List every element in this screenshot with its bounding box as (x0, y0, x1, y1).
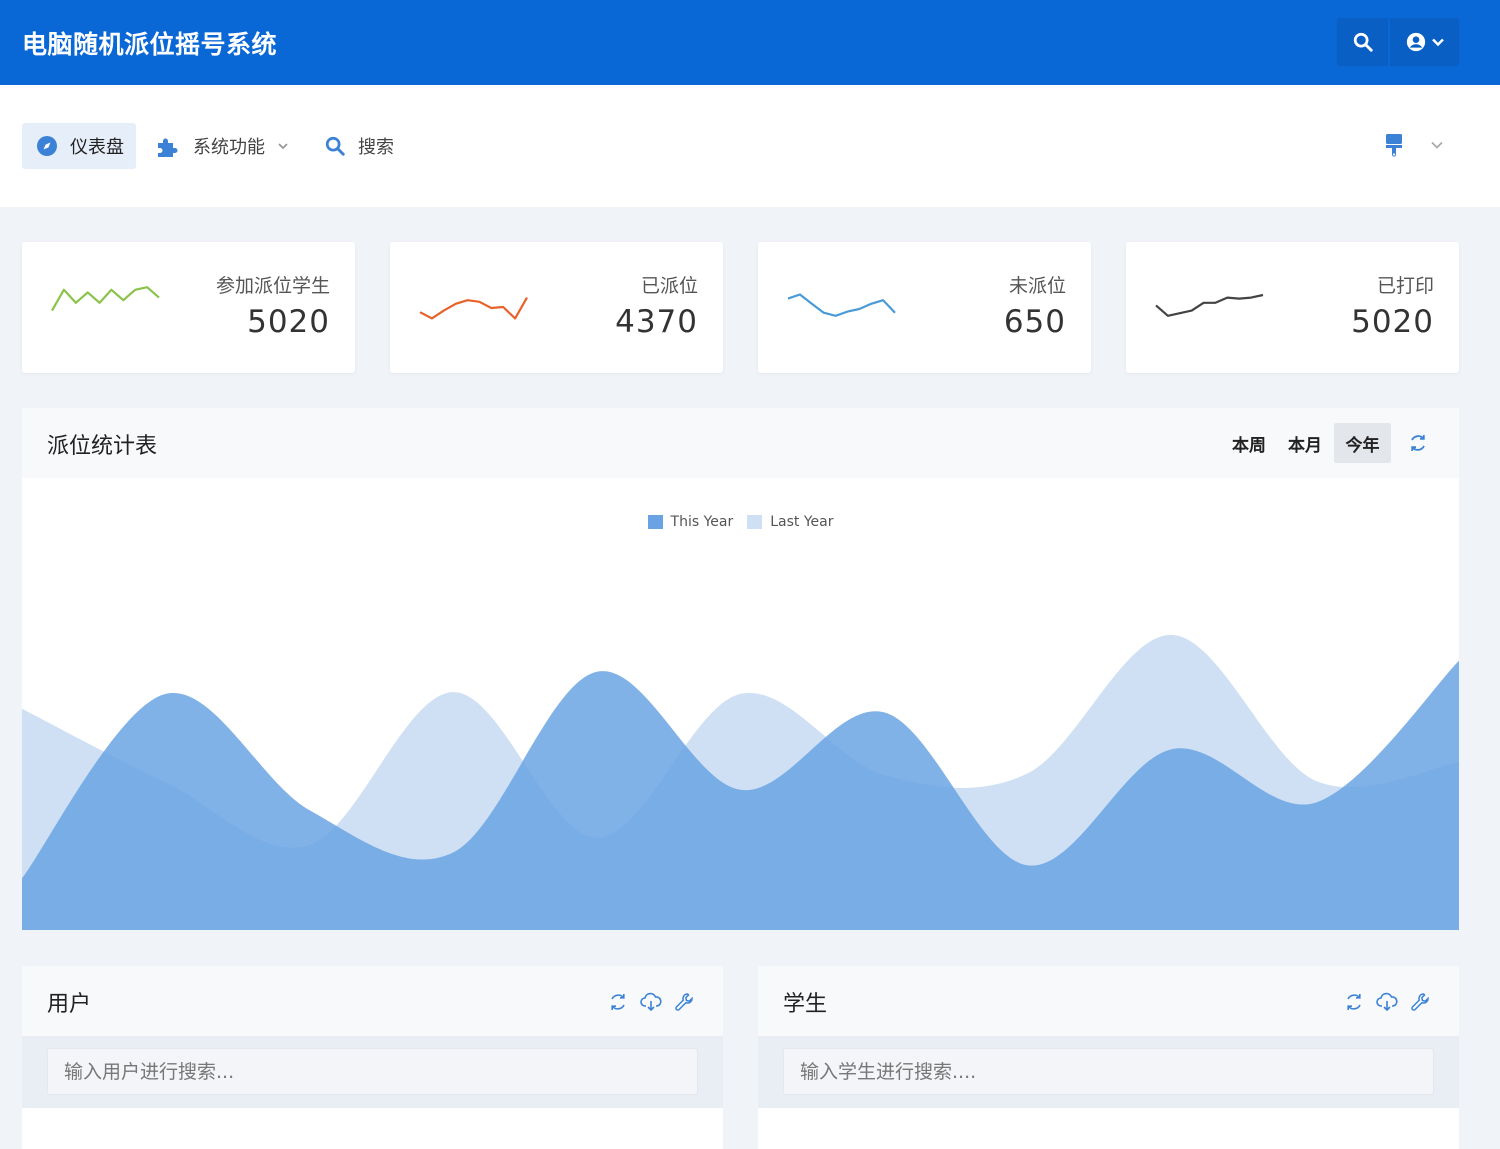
paint-roller-icon (1386, 134, 1402, 157)
cloud-download-icon[interactable] (1374, 989, 1399, 1014)
nav-item-label: 仪表盘 (70, 137, 124, 158)
nav-bar: 仪表盘 系统功能 搜索 (0, 85, 1500, 207)
app-title: 电脑随机派位摇号系统 (22, 30, 278, 59)
student-search-input[interactable] (783, 1048, 1434, 1095)
card-header: 用户 (22, 966, 723, 1036)
sparkline (1155, 293, 1264, 317)
stat-value: 5020 (1351, 304, 1434, 340)
nav-item-system-functions[interactable]: 系统功能 (156, 123, 289, 169)
search-band (758, 1036, 1459, 1108)
nav-item-label: 搜索 (358, 137, 394, 158)
allocation-chart-card: 派位统计表 本周 本月 今年 This Year Last Year (22, 408, 1459, 930)
stat-label: 已打印 (1376, 275, 1434, 297)
card-title: 学生 (783, 992, 828, 1017)
sparkline (419, 297, 528, 320)
users-card: 用户 (22, 966, 723, 1149)
cloud-download-icon[interactable] (638, 989, 663, 1014)
search-icon (324, 135, 346, 157)
puzzle-icon (156, 135, 181, 157)
stat-card-participating-students: 参加派位学生 5020 (22, 242, 355, 373)
sparkline-series (787, 293, 896, 317)
stat-card-unassigned: 未派位 650 (758, 242, 1091, 373)
search-icon (1353, 32, 1373, 52)
sparkline-series (51, 286, 160, 312)
stat-card-assigned: 已派位 4370 (390, 242, 723, 373)
card-header: 学生 (758, 966, 1459, 1036)
sparkline (787, 293, 896, 317)
search-button[interactable] (1337, 18, 1388, 66)
nav-item-label: 系统功能 (193, 137, 265, 158)
user-search-input[interactable] (47, 1048, 698, 1095)
stat-card-printed: 已打印 5020 (1126, 242, 1459, 373)
card-title: 用户 (47, 992, 92, 1017)
stat-value: 5020 (247, 304, 330, 340)
refresh-icon[interactable] (605, 989, 630, 1014)
area-chart (22, 634, 1459, 930)
chevron-down-icon (277, 140, 289, 152)
theme-menu[interactable] (1384, 133, 1444, 157)
nav-item-search[interactable]: 搜索 (324, 123, 394, 169)
sparkline-series (419, 297, 528, 320)
stat-label: 已派位 (640, 275, 698, 297)
stat-value: 4370 (615, 304, 698, 340)
card-tools (1341, 989, 1432, 1014)
sparkline (51, 286, 160, 312)
refresh-icon[interactable] (1341, 989, 1366, 1014)
top-bar: 电脑随机派位摇号系统 (0, 0, 1500, 85)
card-tools (605, 989, 696, 1014)
students-card: 学生 (758, 966, 1459, 1149)
chevron-down-icon (1431, 38, 1444, 47)
chevron-down-icon (1431, 141, 1443, 149)
nav-item-dashboard[interactable]: 仪表盘 (22, 123, 136, 169)
stat-value: 650 (1003, 304, 1066, 340)
user-menu-button[interactable] (1390, 18, 1459, 66)
wrench-icon[interactable] (671, 989, 696, 1014)
sparkline-series (1155, 293, 1264, 317)
user-circle-icon (1406, 32, 1425, 52)
wrench-icon[interactable] (1407, 989, 1432, 1014)
stat-label: 参加派位学生 (215, 275, 330, 297)
compass-icon (36, 135, 58, 157)
search-band (22, 1036, 723, 1108)
stat-label: 未派位 (1008, 275, 1066, 297)
